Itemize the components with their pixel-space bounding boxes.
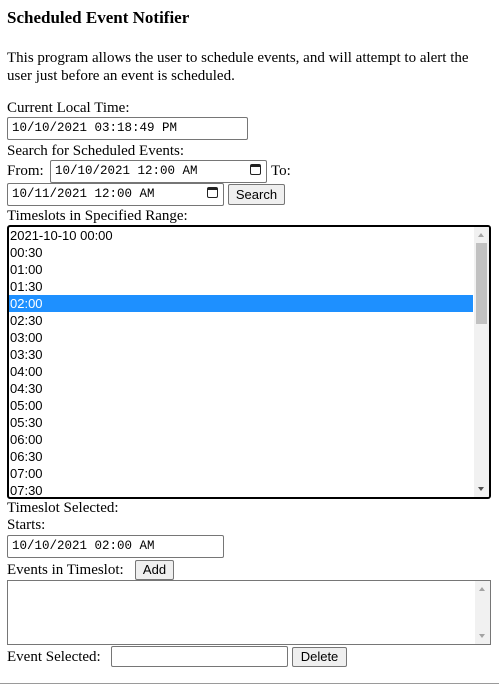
calendar-icon[interactable] bbox=[250, 164, 261, 175]
scroll-down-arrow-icon[interactable] bbox=[479, 634, 485, 638]
delete-event-button[interactable]: Delete bbox=[292, 647, 347, 667]
timeslot-option[interactable]: 02:00 bbox=[9, 295, 473, 312]
page-title: Scheduled Event Notifier bbox=[7, 8, 190, 27]
current-time-field[interactable]: 10/10/2021 03:18:49 PM bbox=[7, 117, 248, 140]
timeslots-scrollbar[interactable] bbox=[474, 227, 489, 497]
current-time-label: Current Local Time: bbox=[7, 100, 130, 116]
events-label: Events in Timeslot: bbox=[7, 562, 124, 578]
from-label: From: bbox=[7, 163, 44, 179]
to-label: To: bbox=[271, 163, 291, 179]
search-button[interactable]: Search bbox=[228, 184, 285, 205]
to-datetime-value: 10/11/2021 12:00 AM bbox=[12, 187, 155, 201]
timeslot-option[interactable]: 07:00 bbox=[9, 465, 473, 482]
timeslot-option[interactable]: 03:30 bbox=[9, 346, 473, 363]
timeslots-label: Timeslots in Specified Range: bbox=[7, 208, 188, 224]
timeslot-selected-label: Timeslot Selected: bbox=[7, 500, 119, 516]
scroll-down-arrow-icon[interactable] bbox=[478, 487, 484, 491]
scroll-thumb[interactable] bbox=[476, 243, 487, 324]
search-label: Search for Scheduled Events: bbox=[7, 143, 185, 159]
timeslot-option[interactable]: 05:00 bbox=[9, 397, 473, 414]
timeslot-option[interactable]: 06:30 bbox=[9, 448, 473, 465]
events-scrollbar[interactable] bbox=[475, 581, 490, 644]
starts-field[interactable]: 10/10/2021 02:00 AM bbox=[7, 535, 224, 558]
event-selected-label: Event Selected: bbox=[7, 649, 101, 665]
timeslot-option[interactable]: 01:30 bbox=[9, 278, 473, 295]
divider bbox=[0, 683, 499, 684]
timeslot-option[interactable]: 2021-10-10 00:00 bbox=[9, 227, 473, 244]
timeslot-option[interactable]: 04:00 bbox=[9, 363, 473, 380]
timeslot-option[interactable]: 02:30 bbox=[9, 312, 473, 329]
event-selected-field[interactable] bbox=[111, 646, 288, 667]
to-datetime-input[interactable]: 10/11/2021 12:00 AM bbox=[7, 183, 224, 206]
events-listbox[interactable] bbox=[7, 580, 491, 645]
timeslot-option[interactable]: 01:00 bbox=[9, 261, 473, 278]
add-event-button[interactable]: Add bbox=[135, 560, 174, 580]
timeslots-listbox[interactable]: 2021-10-10 00:00 00:30 01:00 01:30 02:00 02:3… bbox=[7, 225, 491, 499]
timeslot-option[interactable]: 04:30 bbox=[9, 380, 473, 397]
timeslot-option[interactable]: 03:00 bbox=[9, 329, 473, 346]
calendar-icon[interactable] bbox=[207, 187, 218, 198]
timeslot-option[interactable]: 06:00 bbox=[9, 431, 473, 448]
timeslot-option[interactable]: 00:30 bbox=[9, 244, 473, 261]
description: This program allows the user to schedule… bbox=[7, 50, 469, 84]
timeslot-option[interactable]: 05:30 bbox=[9, 414, 473, 431]
from-datetime-input[interactable]: 10/10/2021 12:00 AM bbox=[50, 160, 267, 183]
timeslot-options: 2021-10-10 00:00 00:30 01:00 01:30 02:00 02:3… bbox=[9, 227, 473, 497]
timeslot-option[interactable]: 07:30 bbox=[9, 482, 473, 497]
from-datetime-value: 10/10/2021 12:00 AM bbox=[55, 164, 198, 178]
scroll-up-arrow-icon[interactable] bbox=[478, 233, 484, 237]
starts-label: Starts: bbox=[7, 517, 46, 533]
scroll-up-arrow-icon[interactable] bbox=[479, 587, 485, 591]
